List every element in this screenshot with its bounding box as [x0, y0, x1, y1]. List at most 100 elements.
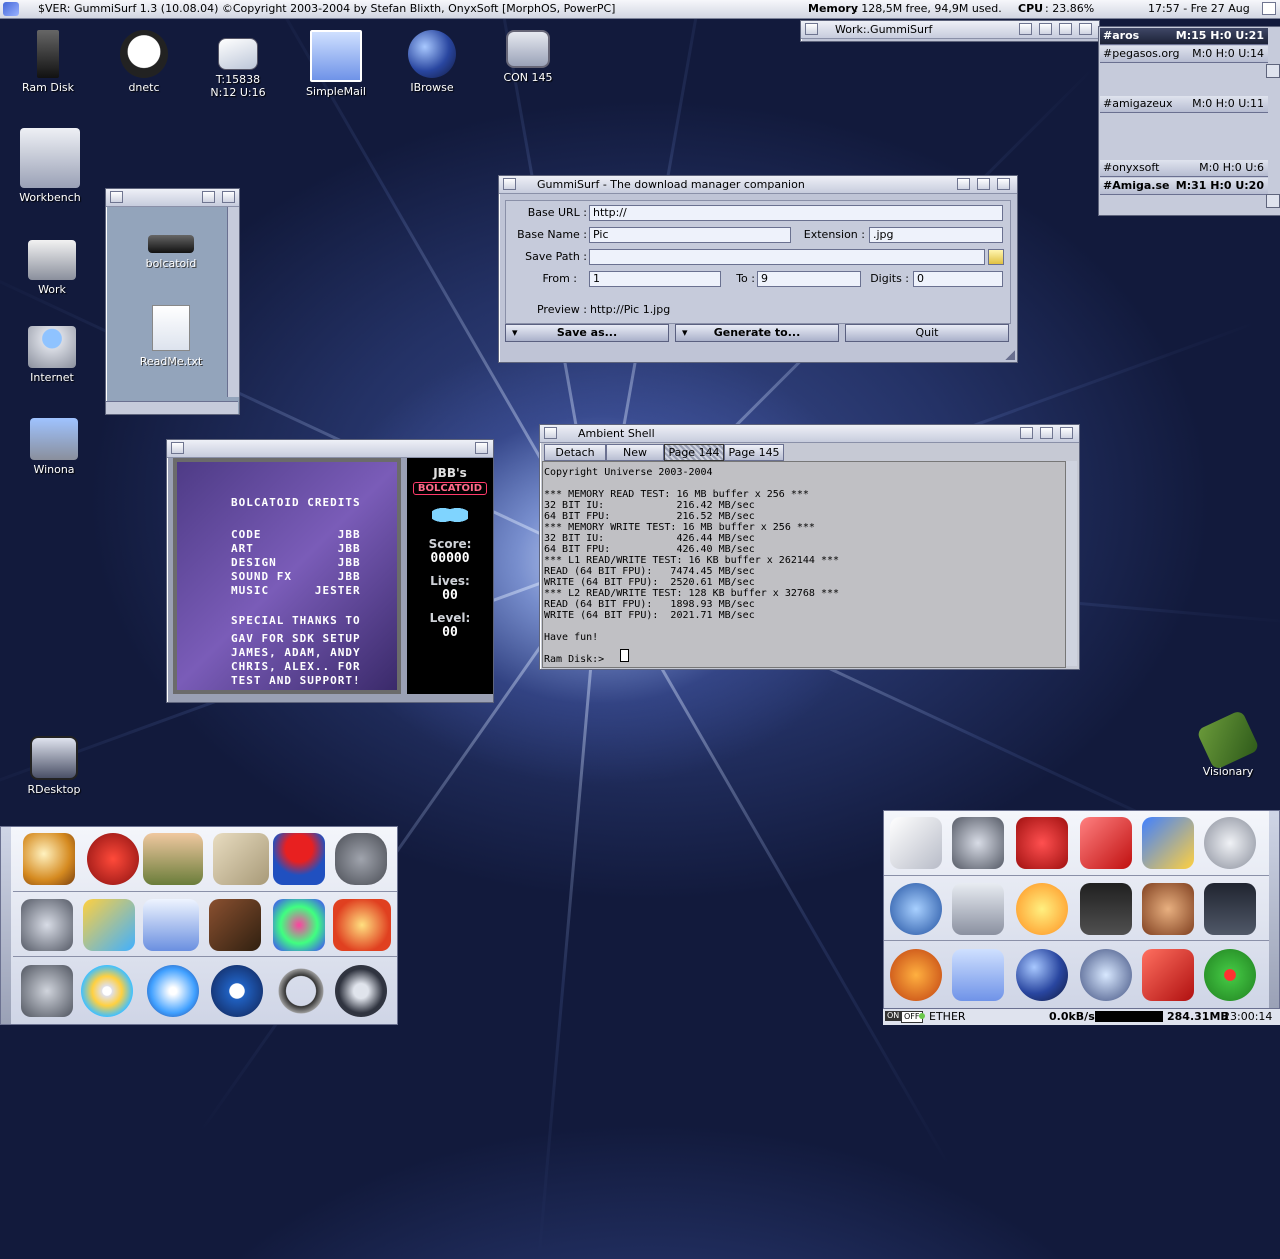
desktop-icon-workbench[interactable]: Workbench — [8, 128, 92, 204]
film-projector-icon[interactable] — [952, 817, 1004, 869]
music-disc-icon[interactable] — [147, 965, 199, 1017]
resize-gadget-icon[interactable] — [1005, 350, 1015, 360]
chief-headdress-icon[interactable] — [1142, 883, 1194, 935]
paint-palette-icon[interactable] — [333, 899, 391, 951]
desktop-icon-ibrowse[interactable]: IBrowse — [390, 30, 474, 94]
desktop-icon-con145[interactable]: CON 145 — [486, 30, 570, 84]
game-playfield[interactable]: BOLCATOID CREDITS CODE JBB ART JBB DESIG… — [173, 458, 401, 694]
desktop-icon-mail-status[interactable]: T:15838 N:12 U:16 — [196, 30, 280, 99]
base-url-input[interactable]: http:// — [589, 205, 1003, 221]
digits-input[interactable]: 0 — [913, 271, 1003, 287]
depth-gadget-icon[interactable] — [997, 178, 1010, 190]
shell-scrollbar[interactable] — [1065, 461, 1077, 666]
irc-row-pegasos[interactable]: #pegasos.org M:0 H:0 U:14 — [1100, 46, 1268, 63]
search-icon[interactable] — [890, 883, 942, 935]
magnifier-disk-icon[interactable] — [1204, 817, 1256, 869]
desktop-icon-visionary[interactable]: Visionary — [1186, 709, 1270, 778]
depth-gadget-icon[interactable] — [222, 191, 235, 203]
people-icon[interactable] — [143, 833, 203, 885]
headphones-icon[interactable] — [275, 965, 327, 1017]
on-toggle[interactable]: ON — [885, 1011, 902, 1021]
drawer-vscrollbar[interactable] — [227, 207, 239, 397]
trance-audio-icon[interactable] — [1080, 883, 1132, 935]
drawer-item-bolcatoid[interactable]: bolcatoid — [126, 235, 216, 270]
dock-scroll-left-icon[interactable] — [1, 827, 11, 1024]
egg-bird-icon[interactable] — [23, 833, 75, 885]
save-as-button[interactable]: ▾ Save as... — [505, 324, 669, 342]
pen-icon[interactable] — [1080, 817, 1132, 869]
make-cd-icon[interactable] — [81, 965, 133, 1017]
close-gadget-icon[interactable] — [805, 23, 818, 35]
mp3-speaker-icon[interactable] — [335, 965, 387, 1017]
film-camera-icon[interactable] — [21, 899, 73, 951]
paint-brush-icon[interactable] — [209, 899, 261, 951]
font-a-icon[interactable] — [1142, 949, 1194, 1001]
close-gadget-icon[interactable] — [110, 191, 123, 203]
irc-row-onyxsoft[interactable]: #onyxsoft M:0 H:0 U:6 — [1100, 160, 1268, 177]
folder-popup-icon[interactable] — [988, 249, 1004, 265]
shell-tab-detach[interactable]: Detach — [544, 444, 606, 461]
shell-tab-page-145[interactable]: Page 145 — [724, 444, 784, 461]
gummisurf-window[interactable]: GummiSurf - The download manager compani… — [498, 175, 1018, 363]
work-gummisurf-window[interactable]: Work:.GummiSurf — [800, 20, 1100, 42]
drawer-window[interactable]: bolcatoid ReadMe.txt — [105, 188, 240, 415]
quit-button[interactable]: Quit — [845, 324, 1009, 342]
hand-icon[interactable] — [21, 965, 73, 1017]
desktop-icon-dnetc[interactable]: dnetc — [102, 30, 186, 94]
spiral-icon[interactable] — [273, 899, 325, 951]
gummisurf-titlebar[interactable]: GummiSurf - The download manager compani… — [499, 176, 1017, 194]
zoom-gadget-icon[interactable] — [1040, 427, 1053, 439]
zoom-gadget-icon[interactable] — [1059, 23, 1072, 35]
right-dock-scroll-icon[interactable] — [1269, 811, 1279, 1009]
close-gadget-icon[interactable] — [503, 178, 516, 190]
quake-icon[interactable] — [87, 833, 139, 885]
depth-gadget-icon[interactable] — [1079, 23, 1092, 35]
close-gadget-icon[interactable] — [544, 427, 557, 439]
acrobat-icon[interactable] — [1016, 817, 1068, 869]
to-input[interactable]: 9 — [757, 271, 861, 287]
irc-row-amiga-se[interactable]: #Amiga.se M:31 H:0 U:20 — [1100, 178, 1268, 195]
sun-brush-icon[interactable] — [1016, 883, 1068, 935]
depth-gadget-icon[interactable] — [1060, 427, 1073, 439]
desktop-icon-internet[interactable]: Internet — [10, 320, 94, 384]
ibrowse-dock-icon[interactable] — [1016, 949, 1068, 1001]
irc-scroll-up-icon[interactable] — [1266, 64, 1280, 78]
generate-to-button[interactable]: ▾ Generate to... — [675, 324, 839, 342]
chat-bubble-icon[interactable] — [1080, 949, 1132, 1001]
simplemail-dock-icon[interactable] — [952, 949, 1004, 1001]
desktop-icon-winona[interactable]: Winona — [12, 412, 96, 476]
desktop-icon-ram-disk[interactable]: Ram Disk — [6, 30, 90, 94]
depth-gadget-icon[interactable] — [475, 442, 488, 454]
shell-tab-new[interactable]: New — [606, 444, 664, 461]
iconify-gadget-icon[interactable] — [957, 178, 970, 190]
icq-flower-icon[interactable] — [1204, 949, 1256, 1001]
commodore-keyboard-icon[interactable] — [213, 833, 269, 885]
bolcatoid-titlebar[interactable] — [167, 440, 493, 458]
play-button-icon[interactable] — [211, 965, 263, 1017]
gamepad-icon[interactable] — [335, 833, 387, 885]
work-gummisurf-titlebar[interactable]: Work:.GummiSurf — [801, 21, 1099, 39]
shell-titlebar[interactable]: Ambient Shell — [540, 425, 1079, 443]
close-gadget-icon[interactable] — [171, 442, 184, 454]
mplayer-icon[interactable] — [143, 899, 199, 951]
zoom-gadget-icon[interactable] — [977, 178, 990, 190]
irc-row-aros[interactable]: #aros M:15 H:0 U:21 — [1100, 28, 1268, 45]
ambient-logo-icon[interactable] — [3, 2, 19, 16]
ambient-shell-window[interactable]: Ambient Shell Detach New Page 144 Page 1… — [539, 424, 1080, 670]
screen-depth-gadget[interactable] — [1262, 2, 1276, 15]
bolcatoid-window[interactable]: BOLCATOID CREDITS CODE JBB ART JBB DESIG… — [166, 439, 494, 703]
stars-monitor-icon[interactable] — [1204, 883, 1256, 935]
drawer-hscrollbar[interactable] — [106, 401, 238, 414]
eye-triangle-icon[interactable] — [83, 899, 135, 951]
iconify-gadget-icon[interactable] — [1020, 427, 1033, 439]
extension-input[interactable]: .jpg — [869, 227, 1003, 243]
iconify-gadget-icon[interactable] — [1039, 23, 1052, 35]
brush-grid-icon[interactable] — [1142, 817, 1194, 869]
shell-tab-page-144[interactable]: Page 144 — [664, 444, 724, 461]
desktop-icon-rdesktop[interactable]: RDesktop — [12, 728, 96, 796]
from-input[interactable]: 1 — [589, 271, 721, 287]
newspaper-icon[interactable] — [890, 817, 942, 869]
mario-icon[interactable] — [273, 833, 325, 885]
irc-scroll-down-icon[interactable] — [1266, 194, 1280, 208]
shell-output-text[interactable]: Copyright Universe 2003-2004 *** MEMORY … — [544, 467, 1064, 665]
